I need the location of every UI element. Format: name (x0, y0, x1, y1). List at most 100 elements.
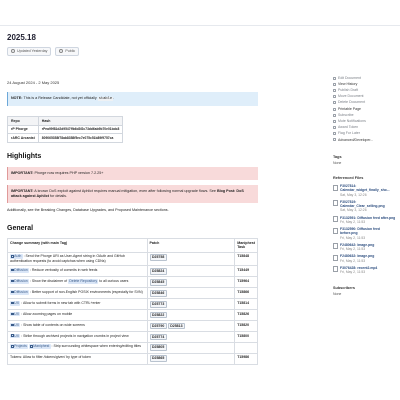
advanced-developer-action[interactable]: Advanced/Developer... (333, 137, 396, 143)
task-link[interactable]: T15820 (234, 320, 258, 332)
move-icon (333, 95, 336, 99)
patch-link[interactable]: D25845 (149, 278, 167, 286)
patch-link[interactable]: D25773 (149, 300, 167, 308)
task-link[interactable] (234, 341, 258, 354)
updated-chip: Updated Yesterday (7, 46, 52, 56)
important-label: IMPORTANT: (11, 188, 34, 193)
file-icon (333, 266, 338, 273)
project-tag[interactable]: Diffusion (10, 278, 29, 284)
file-icon (333, 216, 338, 223)
project-tag[interactable]: UX (10, 311, 21, 317)
change-text: : Reduce verbosity of commits in web fee… (29, 268, 98, 273)
file-date: Sat, May 3, 12:26 (340, 208, 367, 213)
tags-heading: Tags (333, 155, 342, 160)
repo-hash[interactable]: 809065358f78ab8358f5ec7e075c51b89f9757ca (37, 133, 124, 144)
file-date: Fri, May 2, 11:53 (340, 235, 366, 240)
task-link[interactable]: T15986 (234, 352, 258, 365)
note-after: . (113, 96, 115, 101)
task-link[interactable]: T15800 (234, 330, 258, 343)
change-text: : Strike through archived projects in na… (21, 333, 129, 338)
task-link[interactable]: T15848 (234, 251, 258, 267)
referenced-file[interactable]: F3027819: Calendar_Clear_selling.png Sat,… (333, 200, 396, 213)
project-tag[interactable]: Projects (10, 344, 29, 350)
tag-label: Diffusion (14, 289, 28, 294)
referenced-file[interactable]: F2480642: Image.png Fri, May 2, 11:53 (333, 243, 396, 252)
project-tag[interactable]: UX (10, 322, 21, 328)
action-label: Flag For Later (338, 131, 360, 136)
change-summary: UX: Show table of contents on wide scree… (7, 320, 148, 332)
patch-cell: D25822 (146, 309, 236, 322)
important-text: Phorge now requires PHP version 7.2.25+ (34, 170, 104, 175)
file-date: Fri, May 2, 11:53 (340, 270, 366, 275)
patch-link[interactable]: D25790 (149, 322, 167, 330)
project-tag[interactable]: UX (10, 300, 21, 306)
patch-cell: D25865 (146, 352, 236, 365)
referenced-file[interactable]: F2480632: Image.png Fri, May 2, 11:53 (333, 254, 396, 263)
action-label: Award Token (338, 125, 359, 130)
top-bar (0, 0, 400, 26)
patch-link[interactable]: D25758 (149, 254, 167, 262)
visibility-chip: Public (55, 46, 80, 56)
tag-label: Diffusion (14, 278, 28, 283)
task-link[interactable]: T15866 (234, 287, 258, 300)
patch-cell: D25758 (146, 251, 236, 267)
patch-link[interactable]: D25805 (149, 344, 167, 352)
task-link[interactable]: T15964 (234, 276, 258, 289)
project-tag[interactable]: UX (10, 333, 21, 339)
note-text: This is a Release Candidate, not yet off… (23, 96, 97, 101)
repo-name[interactable]: rARC Arcanist (7, 133, 39, 144)
repo-name[interactable]: rP Phorge (7, 124, 39, 135)
token-icon (333, 126, 336, 130)
repo-column-header: Repo (7, 116, 39, 126)
file-icon (333, 243, 338, 250)
project-tag[interactable]: Maniphest (29, 344, 51, 350)
table-row: rARC Arcanist 809065358f78ab8358f5ec7e07… (7, 133, 124, 144)
repo-table: Repo Hash rP Phorge rPea99f81d2d9547ffb6… (7, 116, 124, 144)
referenced-file[interactable]: F3076428: recent2.mp4 Fri, May 2, 11:53 (333, 266, 396, 275)
hash-column-header: Hash (37, 116, 124, 126)
globe-icon (59, 49, 64, 54)
file-name[interactable]: F3132590: Diffusion feed before.png (340, 227, 396, 236)
referenced-file[interactable]: F3132591: Diffusion feed after.png Fri, M… (333, 216, 396, 225)
repo-hash[interactable]: rPea99f81d2d9547ffb6d3f2c73dd6ab9b70e01b… (37, 124, 124, 135)
project-tag[interactable]: Diffusion (10, 268, 29, 273)
patch-link[interactable]: D25822 (149, 311, 167, 319)
file-date: Fri, May 2, 11:53 (340, 219, 366, 224)
task-link[interactable]: T15449 (234, 265, 258, 278)
inline-tag[interactable]: Delete Repository (68, 278, 99, 284)
referenced-file[interactable]: F3132590: Diffusion feed before.png Fri, … (333, 227, 396, 240)
action-label: Publish Draft (338, 88, 359, 93)
change-text: : Allow to submit forms in new tab with … (21, 300, 101, 305)
subscribers-heading: Subscribers (333, 286, 355, 291)
important-text: A known DoS exploit against Aphlict requ… (34, 188, 209, 193)
project-tag[interactable]: Diffusion (10, 289, 29, 295)
summary-column-header: Change summary (with main Tag) (7, 237, 148, 253)
file-name[interactable]: F3027819: Calendar_Clear_selling.png (340, 200, 396, 209)
file-name[interactable]: F3027814: Calendar_widget_finally_sho... (340, 184, 396, 193)
change-text: : Allow zooming pages on mobile (21, 311, 73, 316)
tag-label: Diffusion (14, 268, 28, 273)
file-name[interactable]: F2480632: Image.png (340, 254, 374, 258)
tag-label: Maniphest (33, 344, 50, 349)
important-dos-box: IMPORTANT: A known DoS exploit against A… (7, 184, 258, 203)
patch-link[interactable]: D25813 (167, 322, 186, 330)
action-label: Delete Document (338, 100, 366, 105)
important-php-box: IMPORTANT: Phorge now requires PHP versi… (7, 166, 258, 180)
patch-link[interactable]: D25865 (149, 355, 167, 363)
task-link[interactable]: T15826 (234, 309, 258, 322)
action-label: Mute Notifications (338, 119, 366, 124)
patch-link[interactable]: D25846 (149, 289, 167, 297)
subscribers-value: None (333, 292, 342, 297)
action-label: Move Document (338, 94, 364, 99)
table-row: Diffusion: Better support of non-English… (7, 287, 258, 300)
task-link[interactable]: T15814 (234, 298, 258, 311)
gear-icon (333, 138, 336, 142)
file-date: Fri, May 2, 11:53 (340, 258, 366, 263)
tag-label: Projects (14, 344, 27, 349)
file-date: Sat, May 3, 12:26 (340, 192, 367, 197)
referenced-file[interactable]: F3027814: Calendar_widget_finally_sho...… (333, 184, 396, 197)
patch-cell: D25846 (146, 287, 236, 300)
patch-link[interactable]: D25824 (149, 268, 167, 275)
subscribe-icon (333, 113, 336, 117)
patch-link[interactable]: D25774 (149, 333, 167, 341)
